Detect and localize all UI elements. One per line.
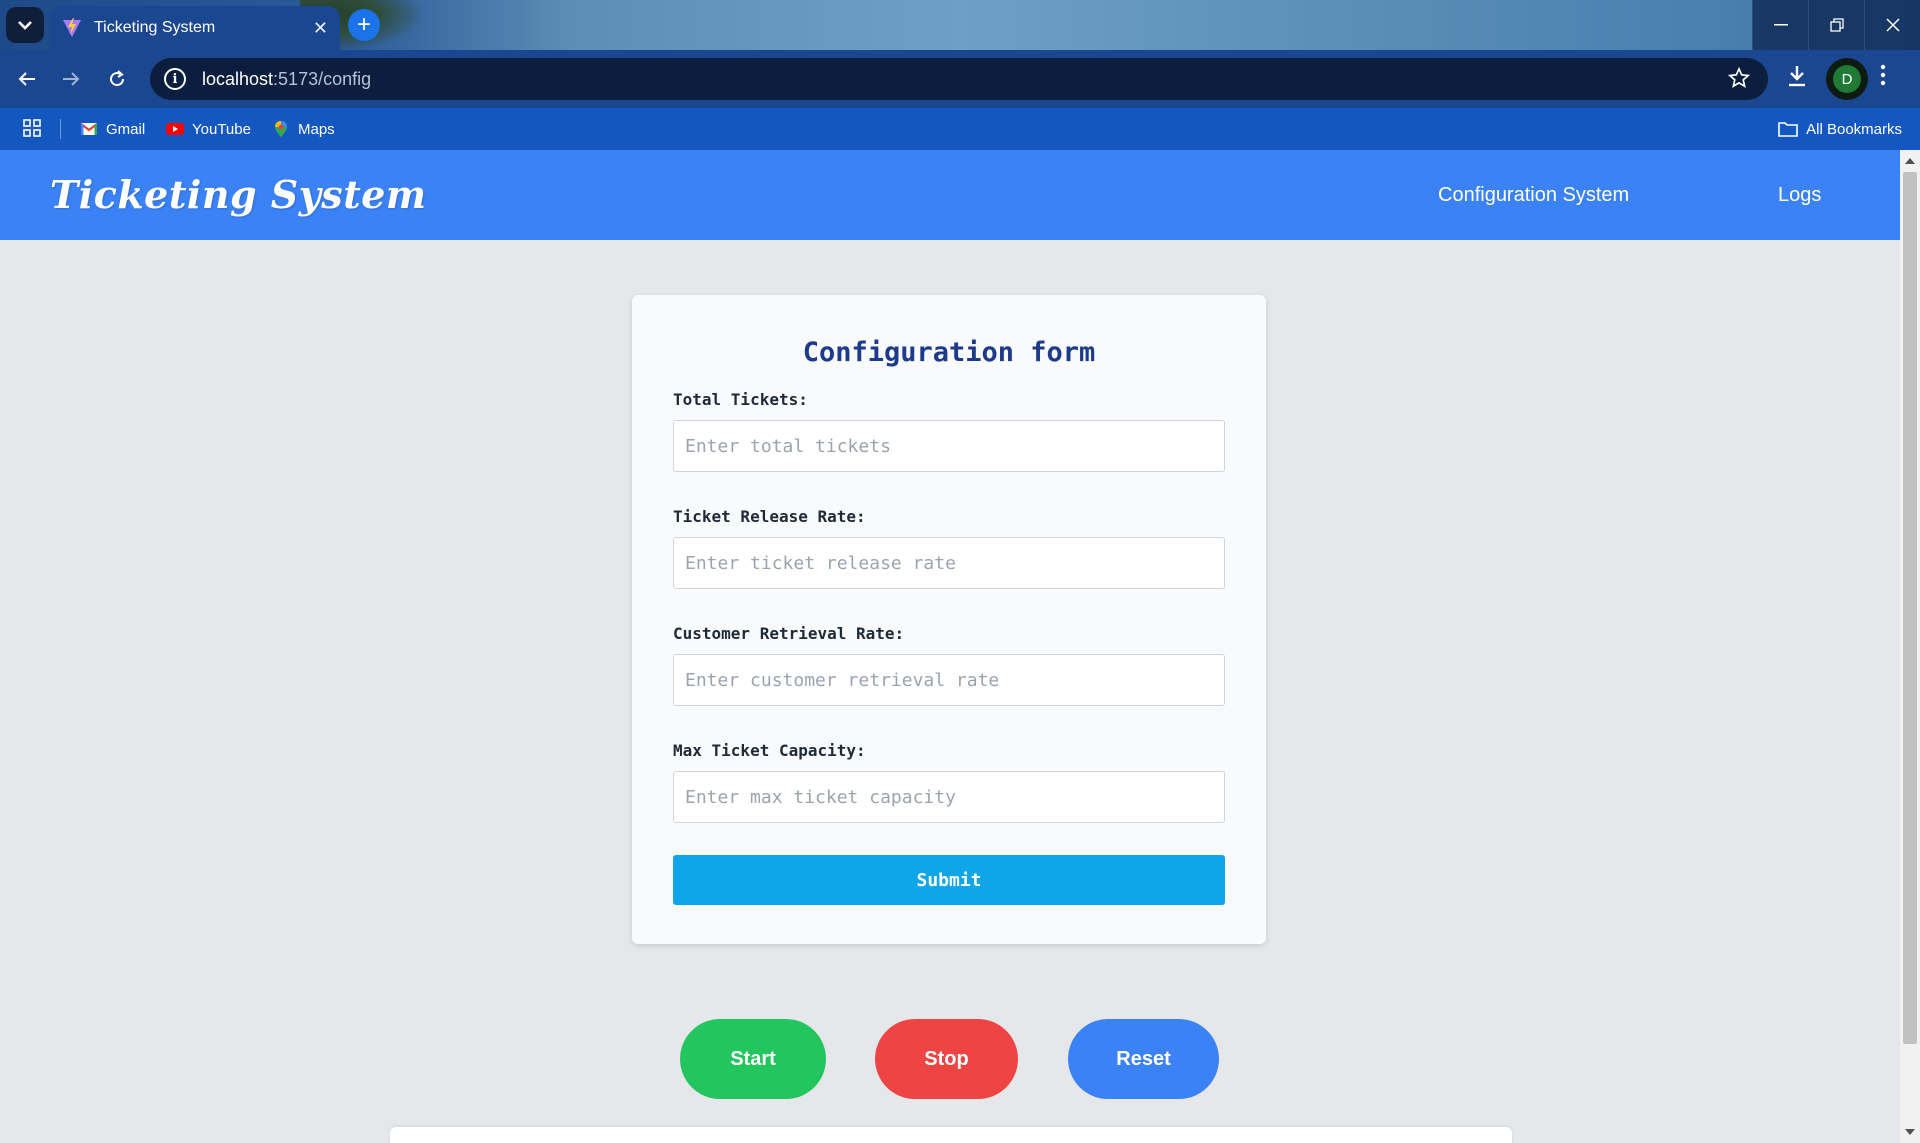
close-icon [1885,18,1900,32]
youtube-icon [166,123,184,135]
maps-icon [275,121,287,137]
bookmark-label: Gmail [106,120,146,138]
close-window-button[interactable] [1864,0,1920,50]
tab-title: Ticketing System [94,19,216,36]
restore-button[interactable] [1808,0,1864,50]
apps-button[interactable] [22,118,42,142]
bookmarks-separator [60,119,61,139]
stop-button[interactable]: Stop [875,1019,1018,1099]
browser-tab-strip: Ticketing System ✕ + [0,0,1920,50]
logs-panel [390,1127,1512,1143]
ticket-release-rate-input[interactable] [673,537,1225,589]
reload-icon [110,70,125,87]
new-tab-button[interactable]: + [348,9,380,41]
folder-icon [1778,122,1798,137]
bookmark-maps[interactable]: Maps [272,108,335,150]
address-bar[interactable]: i localhost:5173/config [150,58,1768,100]
all-bookmarks-button[interactable]: All Bookmarks [1778,108,1902,150]
back-button[interactable] [12,64,42,94]
address-path: :5173/config [273,68,372,89]
restore-icon [1829,18,1844,32]
vite-favicon-icon [63,18,81,37]
gmail-icon [80,123,98,135]
customer-retrieval-rate-label: Customer Retrieval Rate: [673,624,905,643]
scroll-down-arrow-icon[interactable] [1905,1129,1915,1135]
forward-arrow-icon [63,72,80,86]
nav-configuration-system[interactable]: Configuration System [1438,184,1629,207]
browser-toolbar: i localhost:5173/config D [0,50,1920,108]
total-tickets-input[interactable] [673,420,1225,472]
customer-retrieval-rate-input[interactable] [673,654,1225,706]
address-host: localhost [202,68,274,89]
close-tab-icon[interactable]: ✕ [313,18,328,39]
minimize-button[interactable] [1752,0,1808,50]
page-viewport: Ticketing System Configuration System Lo… [0,150,1920,1143]
avatar-initial: D [1833,65,1861,93]
browser-tab[interactable]: Ticketing System ✕ [50,6,340,50]
submit-button[interactable]: Submit [673,855,1225,905]
chevron-down-icon [18,21,32,30]
scrollbar-thumb[interactable] [1903,172,1917,1044]
bookmark-star-icon[interactable] [1728,67,1750,89]
bookmark-label: YouTube [192,120,251,138]
scroll-up-arrow-icon[interactable] [1905,158,1915,164]
reload-button[interactable] [102,64,132,94]
nav-logs[interactable]: Logs [1778,184,1821,207]
start-button[interactable]: Start [680,1019,826,1099]
forward-button[interactable] [56,64,86,94]
app-header: Ticketing System Configuration System Lo… [0,150,1900,240]
tab-search-button[interactable] [6,7,44,43]
site-info-icon[interactable]: i [164,68,186,90]
bookmark-label: Maps [298,120,335,138]
minimize-icon [1773,24,1788,26]
ticket-release-rate-label: Ticket Release Rate: [673,507,866,526]
reset-button[interactable]: Reset [1068,1019,1219,1099]
bookmarks-bar: Gmail YouTube Maps All Bookmarks [0,108,1920,150]
brand-title[interactable]: Ticketing System [50,172,427,217]
browser-menu-button[interactable] [1880,64,1886,91]
form-title: Configuration form [802,337,1096,368]
page-scrollbar[interactable] [1900,150,1920,1143]
bookmark-youtube[interactable]: YouTube [166,108,251,150]
max-ticket-capacity-label: Max Ticket Capacity: [673,741,866,760]
back-arrow-icon [18,72,35,86]
downloads-button[interactable] [1786,64,1808,93]
bookmark-gmail[interactable]: Gmail [80,108,145,150]
profile-avatar[interactable]: D [1826,58,1868,100]
all-bookmarks-label: All Bookmarks [1806,120,1902,138]
apps-grid-icon [23,119,41,137]
total-tickets-label: Total Tickets: [673,390,808,409]
more-vertical-icon [1880,64,1886,86]
configuration-form-card: Configuration form Total Tickets: Ticket… [632,295,1266,944]
max-ticket-capacity-input[interactable] [673,771,1225,823]
download-icon [1789,66,1805,87]
window-controls [1752,0,1920,50]
